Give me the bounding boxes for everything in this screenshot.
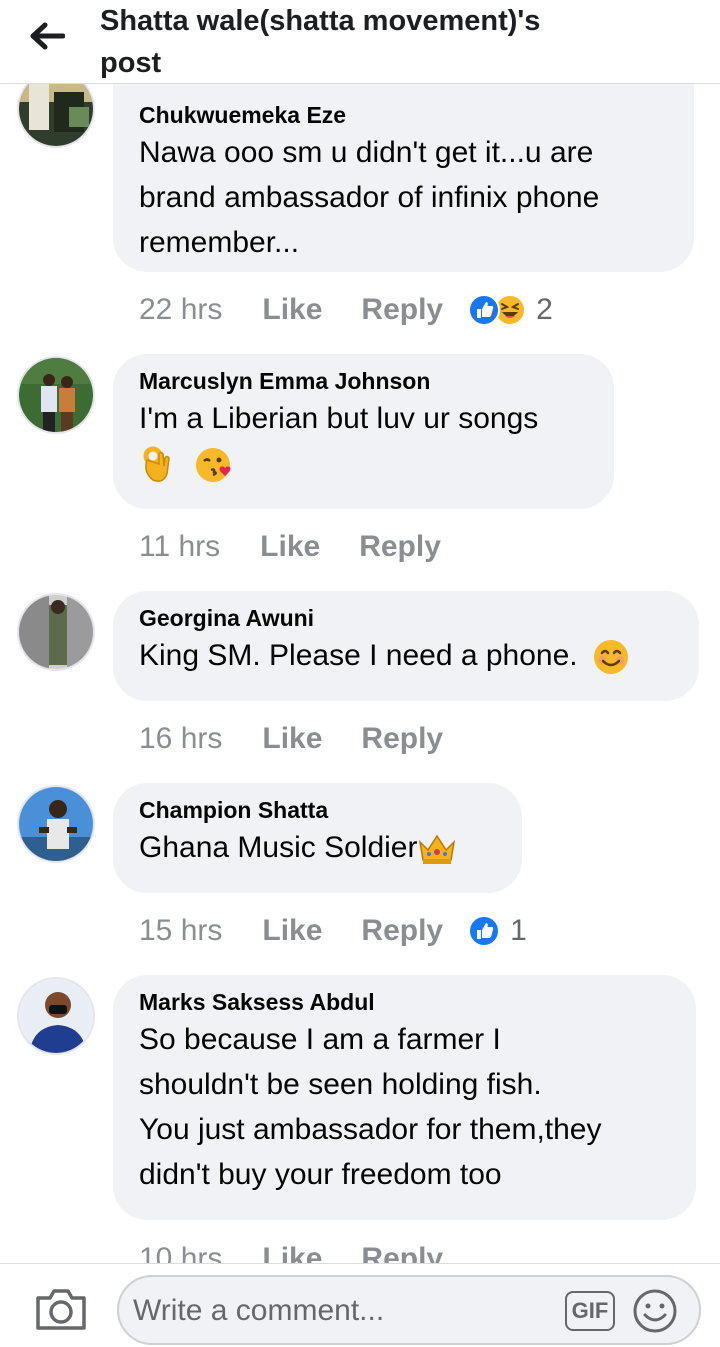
comment-bubble: Chukwuemeka Eze Nawa ooo sm u didn't get… (113, 84, 694, 272)
comment-actions: 11 hrs Like Reply (139, 527, 480, 567)
comment-input[interactable] (133, 1289, 553, 1333)
comment-text-line: You just ambassador for them,they (139, 1113, 602, 1146)
comment-timestamp[interactable]: 22 hrs (139, 293, 222, 327)
comment-text-line: So because I am a farmer I (139, 1023, 501, 1056)
like-button[interactable]: Like (262, 914, 322, 948)
crown-emoji (419, 834, 456, 865)
smile-emoji (593, 640, 628, 675)
emoji-smile-icon (633, 1289, 677, 1333)
page-title: Shatta wale(shatta movement)'s post (100, 0, 660, 84)
avatar[interactable] (17, 785, 95, 863)
reaction-count: 1 (510, 914, 527, 947)
comment-text: Ghana Music Soldier (139, 825, 496, 870)
comment-bubble: Marcuslyn Emma Johnson I'm a Liberian bu… (113, 354, 614, 509)
kiss-emoji (196, 448, 231, 483)
comment-text-line: shouldn't be seen holding fish. (139, 1068, 542, 1101)
comment-author[interactable]: Champion Shatta (139, 795, 496, 825)
reaction-count: 2 (536, 293, 553, 326)
camera-button[interactable] (34, 1286, 88, 1332)
comment-text-line: Nawa ooo sm u didn't get it...u are (139, 136, 594, 169)
comment-actions: 22 hrs Like Reply 2 (139, 290, 553, 330)
like-button[interactable]: Like (260, 530, 320, 564)
avatar[interactable] (17, 356, 95, 434)
comment-author[interactable]: Marcuslyn Emma Johnson (139, 366, 588, 396)
like-button[interactable]: Like (262, 722, 322, 756)
comment-list: Chukwuemeka Eze Nawa ooo sm u didn't get… (0, 84, 720, 1263)
comment-actions: 15 hrs Like Reply 1 (139, 911, 527, 951)
comment-text-line: brand ambassador of infinix phone (139, 181, 600, 214)
page-title-line2: post (100, 47, 162, 79)
comment-text-line: I'm a Liberian but luv ur songs (139, 402, 539, 435)
comment-text-line: remember... (139, 226, 300, 259)
camera-icon (36, 1289, 86, 1330)
emoji-button[interactable] (631, 1287, 679, 1335)
gif-button[interactable]: GIF (565, 1291, 615, 1331)
reply-button[interactable]: Reply (359, 530, 441, 564)
comment-text-line: King SM. Please I need a phone. (139, 639, 578, 672)
like-button[interactable]: Like (262, 293, 322, 327)
post-header: Shatta wale(shatta movement)'s post (0, 0, 720, 84)
reply-button[interactable]: Reply (361, 293, 443, 327)
back-arrow-icon (30, 22, 65, 50)
comment-timestamp[interactable]: 15 hrs (139, 914, 222, 948)
comment-bubble: Champion Shatta Ghana Music Soldier (113, 783, 522, 893)
reply-button[interactable]: Reply (361, 914, 443, 948)
avatar[interactable] (17, 977, 95, 1055)
comment-author[interactable]: Chukwuemeka Eze (139, 100, 668, 130)
like-button[interactable]: Like (262, 1242, 322, 1263)
comment-bubble: Marks Saksess Abdul So because I am a fa… (113, 975, 696, 1220)
comment-bubble: Georgina Awuni King SM. Please I need a … (113, 591, 699, 701)
comment-text: King SM. Please I need a phone. (139, 633, 673, 678)
comment-field: GIF (117, 1275, 701, 1345)
comment-timestamp[interactable]: 10 hrs (139, 1242, 222, 1263)
reply-button[interactable]: Reply (361, 722, 443, 756)
like-reaction-icon (468, 294, 501, 326)
comment-timestamp[interactable]: 16 hrs (139, 722, 222, 756)
back-button[interactable] (22, 14, 72, 58)
avatar[interactable] (17, 593, 95, 671)
comment-timestamp[interactable]: 11 hrs (139, 530, 220, 564)
reaction-summary[interactable]: 1 (468, 914, 527, 948)
comment-text-line: didn't buy your freedom too (139, 1158, 502, 1191)
reply-button[interactable]: Reply (361, 1242, 443, 1263)
comment-actions: 16 hrs Like Reply (139, 719, 482, 759)
ok-hand-emoji (143, 446, 170, 482)
comment-actions: 10 hrs Like Reply (139, 1239, 482, 1263)
avatar[interactable] (17, 84, 95, 148)
comment-composer-bar: GIF (0, 1263, 720, 1347)
reaction-summary[interactable]: 2 (468, 293, 553, 327)
like-reaction-icon (468, 915, 501, 947)
comment-emoji-line (139, 441, 588, 486)
comment-author[interactable]: Georgina Awuni (139, 603, 673, 633)
comment-text-line: Ghana Music Soldier (139, 831, 418, 864)
comment-author[interactable]: Marks Saksess Abdul (139, 987, 670, 1017)
page-title-line1: Shatta wale(shatta movement)'s (100, 5, 541, 37)
